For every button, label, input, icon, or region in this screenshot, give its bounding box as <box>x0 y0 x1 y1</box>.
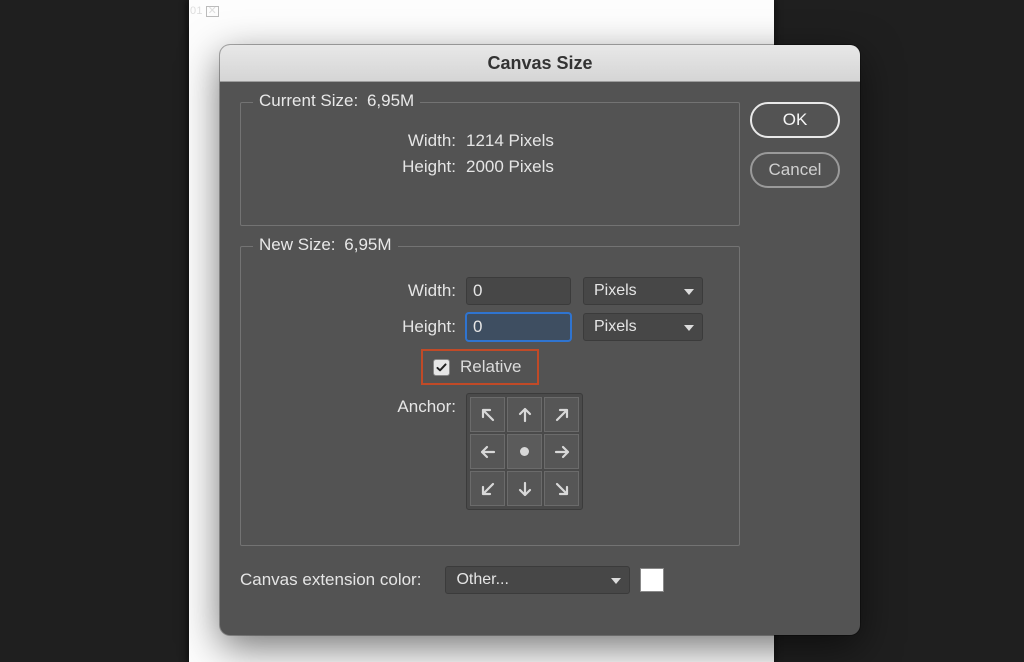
arrow-s-icon <box>514 478 536 500</box>
cancel-button-label: Cancel <box>769 160 822 180</box>
new-height-unit-select[interactable]: Pixels <box>583 313 703 341</box>
new-width-unit-select[interactable]: Pixels <box>583 277 703 305</box>
relative-checkbox-highlight: Relative <box>421 349 539 385</box>
checkmark-icon <box>435 361 448 374</box>
anchor-label: Anchor: <box>261 393 466 417</box>
current-size-group: Current Size: 6,95M Width: 1214 Pixels H… <box>240 102 740 226</box>
current-size-legend: Current Size: 6,95M <box>253 91 420 111</box>
dialog-titlebar: Canvas Size <box>220 45 860 82</box>
anchor-center-dot-icon <box>520 447 529 456</box>
dialog-title: Canvas Size <box>487 53 592 74</box>
arrow-w-icon <box>477 441 499 463</box>
anchor-nw[interactable] <box>470 397 505 432</box>
new-size-group: New Size: 6,95M Width: Pixels Height: Pi… <box>240 246 740 546</box>
new-width-label: Width: <box>261 281 466 301</box>
extension-color-select[interactable]: Other... <box>445 566 630 594</box>
anchor-sw[interactable] <box>470 471 505 506</box>
new-width-input[interactable] <box>466 277 571 305</box>
arrow-nw-icon <box>477 404 499 426</box>
anchor-n[interactable] <box>507 397 542 432</box>
extension-color-swatch[interactable] <box>640 568 664 592</box>
ok-button-label: OK <box>783 110 808 130</box>
anchor-s[interactable] <box>507 471 542 506</box>
arrow-se-icon <box>551 478 573 500</box>
anchor-grid <box>466 393 583 510</box>
close-tab-icon[interactable]: ✕ <box>206 6 219 17</box>
canvas-size-dialog: Canvas Size OK Cancel Current Size: 6,95… <box>220 45 860 635</box>
relative-label: Relative <box>460 357 521 377</box>
current-width-value: 1214 Pixels <box>466 131 554 151</box>
cancel-button[interactable]: Cancel <box>750 152 840 188</box>
arrow-sw-icon <box>477 478 499 500</box>
anchor-e[interactable] <box>544 434 579 469</box>
ok-button[interactable]: OK <box>750 102 840 138</box>
current-height-value: 2000 Pixels <box>466 157 554 177</box>
anchor-ne[interactable] <box>544 397 579 432</box>
anchor-se[interactable] <box>544 471 579 506</box>
current-height-label: Height: <box>261 157 466 177</box>
arrow-ne-icon <box>551 404 573 426</box>
new-height-label: Height: <box>261 317 466 337</box>
current-width-label: Width: <box>261 131 466 151</box>
new-size-legend: New Size: 6,95M <box>253 235 398 255</box>
anchor-center[interactable] <box>507 434 542 469</box>
arrow-n-icon <box>514 404 536 426</box>
canvas-extension-row: Canvas extension color: Other... <box>240 566 840 594</box>
anchor-w[interactable] <box>470 434 505 469</box>
relative-checkbox[interactable] <box>433 359 450 376</box>
arrow-e-icon <box>551 441 573 463</box>
extension-color-label: Canvas extension color: <box>240 570 421 590</box>
document-tab[interactable]: 01 ✕ <box>190 5 219 17</box>
document-tab-label: 01 <box>190 5 203 17</box>
new-height-input[interactable] <box>466 313 571 341</box>
